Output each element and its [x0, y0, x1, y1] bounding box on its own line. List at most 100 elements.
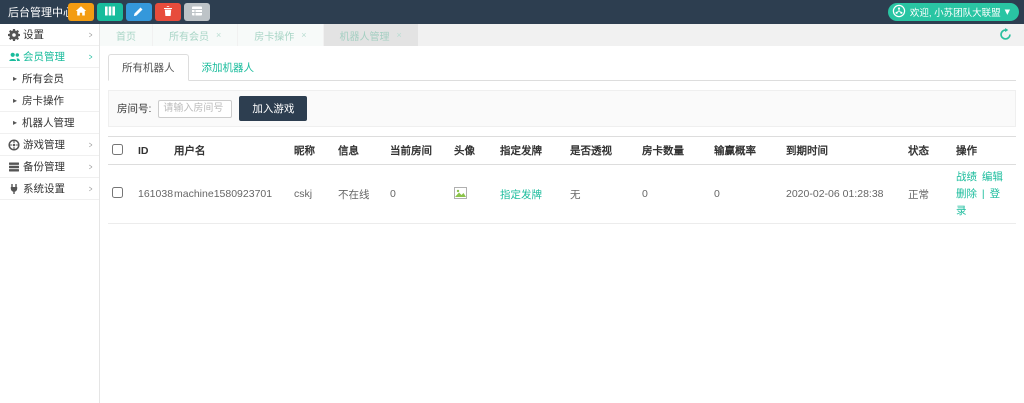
- cell-id: 161038: [134, 165, 170, 224]
- sidebar-item-backup-management[interactable]: 备份管理 >: [0, 156, 99, 178]
- tab-label: 所有会员: [169, 28, 209, 43]
- sidebar-item-system-settings[interactable]: 系统设置 >: [0, 178, 99, 200]
- join-game-button[interactable]: 加入游戏: [239, 96, 307, 121]
- welcome-text: 欢迎, 小苏团队大联盟: [910, 5, 1001, 19]
- sidebar-item-settings[interactable]: 设置 >: [0, 24, 99, 46]
- sidebar-item-member-management[interactable]: 会员管理 >: [0, 46, 99, 68]
- chevron-right-icon: >: [89, 162, 93, 172]
- triangle-bullet-icon: ▸: [13, 74, 17, 83]
- cell-expire-time: 2020-02-06 01:28:38: [782, 165, 904, 224]
- cell-perspective: 无: [566, 165, 638, 224]
- sidebar-item-label: 房卡操作: [22, 93, 64, 108]
- robots-table: ID 用户名 昵称 信息 当前房间 头像 指定发牌 是否透视 房卡数量 输赢概率…: [108, 136, 1016, 224]
- plug-icon: [8, 183, 23, 195]
- team-icon: [892, 4, 906, 21]
- row-checkbox[interactable]: [112, 187, 123, 198]
- robot-tabs: 所有机器人 添加机器人: [108, 54, 1016, 81]
- cell-username: machine1580923701: [170, 165, 290, 224]
- tab-label: 房卡操作: [254, 28, 294, 43]
- sidebar-item-label: 机器人管理: [22, 115, 75, 130]
- top-header-bar: 后台管理中心 欢迎, 小苏团队大联盟 ▼: [0, 0, 1024, 24]
- game-wheel-icon: [8, 139, 23, 151]
- room-search-bar: 房间号: 加入游戏: [108, 90, 1016, 127]
- col-header-expire-time: 到期时间: [782, 137, 904, 165]
- users-icon: [8, 51, 23, 63]
- breadcrumb-tabstrip: 首页 所有会员 × 房卡操作 × 机器人管理 ×: [100, 24, 1024, 46]
- home-icon: [75, 5, 87, 20]
- refresh-button[interactable]: [999, 28, 1012, 44]
- gears-icon: [8, 29, 23, 41]
- sidebar-item-all-members[interactable]: ▸ 所有会员: [0, 68, 99, 90]
- cell-deal: 指定发牌: [496, 165, 566, 224]
- user-menu-button[interactable]: 欢迎, 小苏团队大联盟 ▼: [888, 3, 1019, 21]
- col-header-info: 信息: [334, 137, 386, 165]
- row-select-cell: [108, 165, 134, 224]
- close-icon[interactable]: ×: [397, 30, 402, 40]
- tab-home[interactable]: 首页: [100, 24, 152, 46]
- tab-all-robots[interactable]: 所有机器人: [108, 54, 189, 81]
- col-header-win-rate: 输赢概率: [710, 137, 782, 165]
- chevron-right-icon: >: [89, 140, 93, 150]
- col-header-room-cards: 房卡数量: [638, 137, 710, 165]
- triangle-bullet-icon: ▸: [13, 96, 17, 105]
- select-all-cell: [108, 137, 134, 165]
- delete-link[interactable]: 删除: [956, 188, 977, 200]
- room-number-label: 房间号:: [117, 101, 151, 116]
- tab-add-robot[interactable]: 添加机器人: [189, 54, 268, 80]
- cell-current-room: 0: [386, 165, 450, 224]
- col-header-perspective: 是否透视: [566, 137, 638, 165]
- col-header-deal: 指定发牌: [496, 137, 566, 165]
- action-separator: |: [982, 188, 985, 200]
- records-link[interactable]: 战绩: [956, 171, 977, 183]
- columns-icon: [104, 5, 116, 20]
- content-panel: 所有机器人 添加机器人 房间号: 加入游戏: [100, 46, 1024, 403]
- cell-status: 正常: [904, 165, 952, 224]
- home-button[interactable]: [68, 3, 94, 21]
- sidebar-item-label: 备份管理: [23, 159, 65, 174]
- cell-avatar: [450, 165, 496, 224]
- chevron-right-icon: >: [89, 30, 93, 40]
- deal-link[interactable]: 指定发牌: [500, 189, 542, 201]
- col-header-nickname: 昵称: [290, 137, 334, 165]
- sidebar-item-label: 系统设置: [23, 181, 65, 196]
- col-header-status: 状态: [904, 137, 952, 165]
- select-all-checkbox[interactable]: [112, 144, 123, 155]
- col-header-actions: 操作: [952, 137, 1016, 165]
- pencil-icon: [133, 5, 145, 20]
- avatar-broken-image-icon: [454, 190, 467, 202]
- database-icon: [8, 161, 23, 173]
- sidebar-item-label: 所有会员: [22, 71, 64, 86]
- sidebar-item-room-card-ops[interactable]: ▸ 房卡操作: [0, 90, 99, 112]
- sidebar-item-label: 会员管理: [23, 49, 65, 64]
- sidebar-item-robot-management[interactable]: ▸ 机器人管理: [0, 112, 99, 134]
- col-header-current-room: 当前房间: [386, 137, 450, 165]
- refresh-icon: [999, 29, 1012, 44]
- tab-label: 机器人管理: [340, 28, 390, 43]
- tab-room-card-ops[interactable]: 房卡操作 ×: [238, 24, 322, 46]
- sidebar-item-label: 游戏管理: [23, 137, 65, 152]
- room-number-input[interactable]: [158, 100, 232, 118]
- sidebar-item-game-management[interactable]: 游戏管理 >: [0, 134, 99, 156]
- cell-win-rate: 0: [710, 165, 782, 224]
- cell-nickname: cskj: [290, 165, 334, 224]
- sidebar: 设置 > 会员管理 > ▸ 所有会员 ▸ 房卡操作 ▸ 机器人管理 游戏管理 >…: [0, 24, 100, 403]
- sidebar-item-label: 设置: [23, 27, 44, 42]
- table-view-button[interactable]: [184, 3, 210, 21]
- cell-info: 不在线: [334, 165, 386, 224]
- delete-button[interactable]: [155, 3, 181, 21]
- close-icon[interactable]: ×: [301, 30, 306, 40]
- trash-icon: [162, 5, 174, 20]
- robots-table-wrap: ID 用户名 昵称 信息 当前房间 头像 指定发牌 是否透视 房卡数量 输赢概率…: [108, 136, 1016, 224]
- chevron-down-icon: ▼: [1005, 8, 1010, 16]
- tab-label: 添加机器人: [202, 60, 255, 75]
- col-header-id: ID: [134, 137, 170, 165]
- edit-button[interactable]: [126, 3, 152, 21]
- table-icon: [191, 5, 203, 20]
- edit-link[interactable]: 编辑: [982, 171, 1003, 183]
- tab-label: 首页: [116, 28, 136, 43]
- close-icon[interactable]: ×: [216, 30, 221, 40]
- tab-all-members[interactable]: 所有会员 ×: [153, 24, 237, 46]
- chevron-right-icon: >: [89, 52, 93, 62]
- columns-button[interactable]: [97, 3, 123, 21]
- tab-robot-management[interactable]: 机器人管理 ×: [324, 24, 418, 46]
